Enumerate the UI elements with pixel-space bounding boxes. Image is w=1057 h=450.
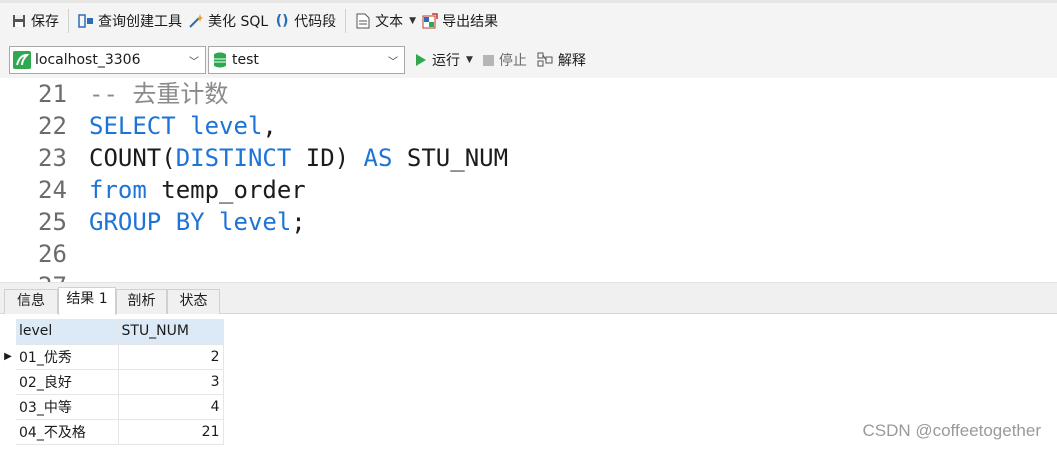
table-row[interactable]: 02_良好 3 bbox=[0, 369, 224, 395]
stop-icon bbox=[482, 54, 494, 66]
header-row: level STU_NUM bbox=[0, 319, 224, 345]
chevron-down-icon[interactable]: ﹀ bbox=[388, 53, 398, 68]
connection-icon bbox=[13, 51, 31, 69]
toolbar-divider bbox=[68, 9, 69, 33]
chevron-down-icon[interactable]: ▼ bbox=[466, 55, 473, 65]
result-table: level STU_NUM ▶ 01_优秀 2 02_良好 3 03_中等 4 bbox=[0, 319, 224, 445]
chevron-down-icon[interactable]: ▼ bbox=[409, 16, 416, 26]
chevron-down-icon[interactable]: ﹀ bbox=[189, 53, 199, 68]
code-text: SELECT level, bbox=[89, 110, 277, 142]
code-token: AS bbox=[363, 144, 393, 172]
row-indicator bbox=[0, 419, 16, 444]
export-icon bbox=[422, 13, 438, 29]
code-token: -- 去重计数 bbox=[89, 80, 229, 108]
database-value: test bbox=[232, 52, 259, 68]
connection-value: localhost_3306 bbox=[35, 52, 141, 68]
code-snippet-label: 代码段 bbox=[294, 14, 337, 30]
code-text: GROUP BY level; bbox=[89, 206, 306, 238]
code-snippet-button[interactable]: () 代码段 bbox=[271, 8, 339, 34]
line-number: 22 bbox=[38, 112, 67, 140]
stop-button[interactable]: 停止 bbox=[482, 50, 527, 70]
tab-profile[interactable]: 剖析 bbox=[116, 289, 167, 314]
beautify-sql-label: 美化 SQL bbox=[208, 14, 269, 30]
code-text: from temp_order bbox=[89, 174, 306, 206]
code-token: , bbox=[262, 112, 277, 140]
run-button[interactable]: 运行 ▼ bbox=[415, 50, 473, 70]
cell-stu-num[interactable]: 4 bbox=[118, 394, 224, 420]
tab-info[interactable]: 信息 bbox=[4, 289, 58, 314]
row-indicator bbox=[0, 394, 16, 419]
query-builder-label: 查询创建工具 bbox=[98, 14, 182, 30]
tab-status[interactable]: 状态 bbox=[167, 289, 220, 314]
code-token: GROUP BY level bbox=[89, 208, 292, 236]
beautify-sql-button[interactable]: 美化 SQL bbox=[185, 8, 271, 34]
cell-stu-num[interactable]: 3 bbox=[118, 369, 224, 395]
export-results-label: 导出结果 bbox=[442, 14, 499, 30]
cell-stu-num[interactable]: 2 bbox=[118, 344, 224, 370]
current-row-indicator-icon: ▶ bbox=[4, 351, 12, 362]
tab-result-1[interactable]: 结果 1 bbox=[58, 287, 116, 315]
line-number: 23 bbox=[38, 144, 67, 172]
watermark: CSDN @coffeetogether bbox=[862, 421, 1041, 440]
column-header-level[interactable]: level bbox=[16, 319, 119, 345]
text-button[interactable]: 文本 ▼ bbox=[352, 8, 419, 34]
play-icon bbox=[415, 54, 427, 66]
query-builder-button[interactable]: 查询创建工具 bbox=[75, 8, 185, 34]
row-indicator-header bbox=[0, 319, 16, 344]
table-row[interactable]: 04_不及格 21 bbox=[0, 419, 224, 445]
export-results-button[interactable]: 导出结果 bbox=[419, 8, 501, 34]
explain-icon bbox=[537, 52, 553, 68]
toolbar-divider bbox=[345, 9, 347, 33]
line-number: 25 bbox=[38, 208, 67, 236]
code-token: DISTINCT bbox=[175, 144, 292, 172]
code-token: temp_order bbox=[146, 176, 306, 204]
code-token: COUNT( bbox=[89, 144, 176, 172]
cell-stu-num[interactable]: 21 bbox=[118, 419, 224, 445]
code-text: -- 去重计数 bbox=[89, 78, 228, 110]
cell-level[interactable]: 03_中等 bbox=[16, 394, 119, 420]
run-label: 运行 bbox=[432, 53, 460, 69]
table-row[interactable]: ▶ 01_优秀 2 bbox=[0, 344, 224, 370]
code-token: STU_NUM bbox=[392, 144, 509, 172]
text-label: 文本 bbox=[375, 14, 404, 30]
connection-toolbar: localhost_3306 ﹀ test ﹀ 运行 ▼ 停止 解释 bbox=[0, 42, 1057, 78]
explain-button[interactable]: 解释 bbox=[537, 50, 586, 70]
cell-level[interactable]: 01_优秀 bbox=[16, 344, 119, 370]
code-token: ID) bbox=[291, 144, 364, 172]
line-number: 21 bbox=[38, 80, 67, 108]
code-token: ; bbox=[291, 208, 306, 236]
database-select[interactable]: test ﹀ bbox=[208, 46, 405, 74]
braces-icon: () bbox=[275, 13, 289, 29]
stop-label: 停止 bbox=[498, 53, 527, 69]
row-indicator bbox=[0, 369, 16, 394]
column-header-stu-num[interactable]: STU_NUM bbox=[118, 319, 224, 345]
line-number: 24 bbox=[38, 176, 67, 204]
result-tabs: 信息 结果 1 剖析 状态 bbox=[0, 287, 1057, 315]
cell-level[interactable]: 02_良好 bbox=[16, 369, 119, 395]
save-label: 保存 bbox=[31, 14, 59, 30]
database-icon bbox=[212, 52, 228, 68]
code-token: from bbox=[89, 176, 147, 204]
main-toolbar: 保存 查询创建工具 美化 SQL () 代码段 文本 ▼ 导出结果 bbox=[0, 0, 1057, 42]
line-number: 26 bbox=[38, 240, 67, 268]
line-number: 27 bbox=[38, 270, 70, 282]
cell-level[interactable]: 04_不及格 bbox=[16, 419, 119, 445]
query-builder-icon bbox=[78, 13, 94, 29]
document-icon bbox=[355, 13, 371, 29]
magic-wand-icon bbox=[188, 13, 204, 29]
table-row[interactable]: 03_中等 4 bbox=[0, 394, 224, 420]
connection-select[interactable]: localhost_3306 ﹀ bbox=[9, 46, 206, 74]
code-token: SELECT level bbox=[89, 112, 263, 140]
save-icon bbox=[11, 13, 27, 29]
explain-label: 解释 bbox=[557, 53, 586, 69]
save-button[interactable]: 保存 bbox=[8, 8, 62, 34]
code-text: COUNT(DISTINCT ID) AS STU_NUM bbox=[89, 142, 508, 174]
sql-editor[interactable]: 21 -- 去重计数 22 SELECT level, 23 COUNT(DISTINCT… bbox=[0, 78, 1057, 282]
